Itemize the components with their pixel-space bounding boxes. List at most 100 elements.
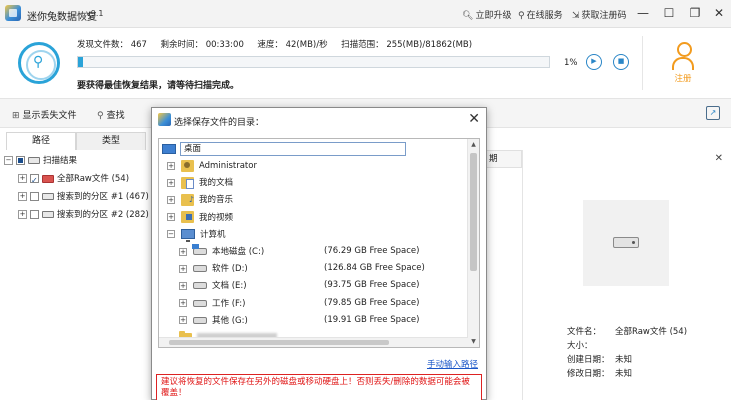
- dialog-title-bar: 选择保存文件的目录： ✕: [152, 108, 486, 132]
- expand-icon[interactable]: +: [179, 299, 187, 308]
- expand-icon[interactable]: +: [167, 195, 175, 204]
- left-panel: 路径 类型 − 扫描结果 + 全部Raw文件 (54) + 搜索到的分区 #1 (467)…: [0, 128, 168, 400]
- hard-drive-icon: [193, 299, 207, 307]
- folder-tree-label: 工作 (F:): [212, 298, 246, 309]
- expand-icon[interactable]: +: [167, 178, 175, 187]
- expand-icon[interactable]: +: [179, 281, 187, 290]
- list-column-header[interactable]: 期: [486, 150, 522, 168]
- vertical-scrollbar[interactable]: ▲ ▼: [467, 139, 479, 347]
- raw-file-icon: [42, 174, 54, 183]
- restore-button[interactable]: ❐: [684, 4, 706, 22]
- folder-tree-item[interactable]: − 计算机: [167, 227, 226, 244]
- preview-panel: ✕ 文件名： 全部Raw文件 (54) 大小： 创建日期： 未知 修改日期： 未知: [522, 150, 731, 400]
- free-space-label: (93.75 GB Free Space): [324, 280, 420, 291]
- scroll-thumb[interactable]: [470, 153, 477, 271]
- online-service-link[interactable]: ⚲ 在线服务: [518, 8, 563, 21]
- video-folder-icon: [181, 211, 194, 224]
- tree-item[interactable]: + 全部Raw文件 (54): [4, 170, 164, 190]
- tree-item[interactable]: − 扫描结果: [4, 152, 164, 170]
- folder-tree-item[interactable]: + 其他 (G:): [179, 313, 248, 330]
- hard-drive-icon: [193, 282, 207, 290]
- folder-tree-item[interactable]: + 我的视频: [167, 210, 233, 227]
- folder-tree[interactable]: 桌面 ▲ ▼ + Administrator + 我的文档 + ♪ 我的音乐 + 我的视频 − 计算…: [158, 138, 480, 348]
- folder-tree-item[interactable]: + 本地磁盘 (C:): [179, 244, 264, 261]
- file-info-value: 未知: [615, 369, 633, 379]
- tree-item-label: 全部Raw文件 (54): [57, 174, 130, 184]
- folder-tree-label: 我的音乐: [199, 195, 234, 206]
- system-drive-icon: [192, 244, 207, 255]
- horizontal-scrollbar[interactable]: [159, 337, 468, 347]
- dialog-close-button[interactable]: ✕: [468, 111, 480, 127]
- tree-checkbox[interactable]: [30, 172, 39, 190]
- expand-icon[interactable]: +: [179, 247, 187, 256]
- folder-tree-item[interactable]: + 软件 (D:): [179, 261, 248, 278]
- show-lost-files-button[interactable]: ⊞ 显示丢失文件: [12, 108, 77, 121]
- hscroll-thumb[interactable]: [169, 340, 389, 345]
- folder-tree-label: 我的文档: [199, 178, 234, 189]
- documents-folder-icon: [181, 176, 194, 189]
- file-info-key: 文件名：: [567, 327, 602, 337]
- app-version: v9.1: [86, 9, 104, 18]
- expand-icon[interactable]: +: [167, 213, 175, 222]
- collapse-icon[interactable]: −: [4, 156, 13, 165]
- maximize-button[interactable]: ☐: [658, 4, 680, 22]
- hard-drive-icon: [193, 316, 207, 324]
- close-button[interactable]: ✕: [708, 4, 730, 22]
- folder-tree-item[interactable]: + ♪ 我的音乐: [167, 192, 233, 209]
- scan-progress-percent: 1%: [564, 58, 578, 68]
- scroll-up-icon[interactable]: ▲: [468, 139, 479, 150]
- manual-path-link[interactable]: 手动输入路径: [427, 358, 478, 370]
- file-info-row: 修改日期： 未知: [567, 367, 632, 379]
- drive-icon: [613, 237, 639, 248]
- tree-item[interactable]: + 搜索到的分区 #2 (282): [4, 206, 164, 224]
- drive-icon: [28, 157, 40, 164]
- scan-progress-bar: [77, 56, 550, 68]
- register-label: 注册: [674, 74, 692, 84]
- tree-checkbox[interactable]: [30, 192, 39, 201]
- expand-icon[interactable]: +: [18, 192, 27, 201]
- tree-item[interactable]: + 搜索到的分区 #1 (467): [4, 188, 164, 206]
- drive-icon: [42, 193, 54, 200]
- play-icon: ▶: [591, 57, 597, 65]
- scroll-down-icon[interactable]: ▼: [468, 336, 479, 347]
- tab-path[interactable]: 路径: [6, 132, 76, 150]
- file-info-value: 未知: [615, 355, 633, 365]
- minimize-button[interactable]: —: [632, 4, 654, 22]
- free-space-label: (19.91 GB Free Space): [324, 314, 420, 325]
- folder-tree-item[interactable]: + Administrator: [167, 158, 257, 175]
- dialog-title: 选择保存文件的目录：: [174, 118, 265, 128]
- folder-tree-label: 软件 (D:): [212, 264, 248, 275]
- free-space-label: (79.85 GB Free Space): [324, 297, 420, 308]
- folder-tree-item[interactable]: + 工作 (F:): [179, 296, 245, 313]
- scan-message: 要获得最佳恢复结果，请等待扫描完成。: [77, 81, 240, 91]
- expand-icon[interactable]: +: [18, 210, 27, 219]
- scan-status-area: ⚲ 发现文件数： 467 剩余时间： 00:33:00 速度： 42(MB)/秒…: [0, 28, 731, 98]
- expand-icon[interactable]: +: [179, 264, 187, 273]
- folder-tree-label: 其他 (G:): [212, 315, 248, 326]
- folder-tree-item[interactable]: + 我的文档: [167, 175, 233, 192]
- expand-icon[interactable]: +: [167, 161, 175, 170]
- tree-item-label: 搜索到的分区 #2 (282): [57, 210, 149, 220]
- upgrade-link[interactable]: 🔍︎ 立即升级: [462, 8, 511, 21]
- folder-desktop[interactable]: 桌面: [162, 141, 406, 158]
- free-space-label: (76.29 GB Free Space): [324, 246, 420, 256]
- tree-checkbox[interactable]: [30, 210, 39, 219]
- stop-icon: ■: [617, 57, 625, 65]
- export-icon[interactable]: ↗: [706, 106, 720, 120]
- preview-thumbnail: [583, 200, 669, 286]
- tree-checkbox[interactable]: [16, 156, 25, 165]
- close-preview-icon[interactable]: ✕: [715, 153, 723, 164]
- search-button[interactable]: ⚲ 查找: [97, 108, 125, 121]
- file-info-row: 创建日期： 未知: [567, 353, 632, 365]
- scan-stats: 发现文件数： 467 剩余时间： 00:33:00 速度： 42(MB)/秒 扫…: [77, 40, 473, 50]
- folder-tree-item[interactable]: + 文档 (E:): [179, 278, 247, 295]
- collapse-icon[interactable]: −: [167, 230, 175, 239]
- pause-button[interactable]: ▶: [586, 54, 602, 70]
- tab-type[interactable]: 类型: [76, 132, 146, 150]
- get-regcode-link[interactable]: ⇲ 获取注册码: [572, 8, 627, 21]
- stop-button[interactable]: ■: [613, 54, 629, 70]
- expand-icon[interactable]: +: [179, 316, 187, 325]
- register-button[interactable]: 注册: [660, 40, 706, 84]
- expand-icon[interactable]: +: [18, 174, 27, 183]
- user-icon: [670, 40, 696, 72]
